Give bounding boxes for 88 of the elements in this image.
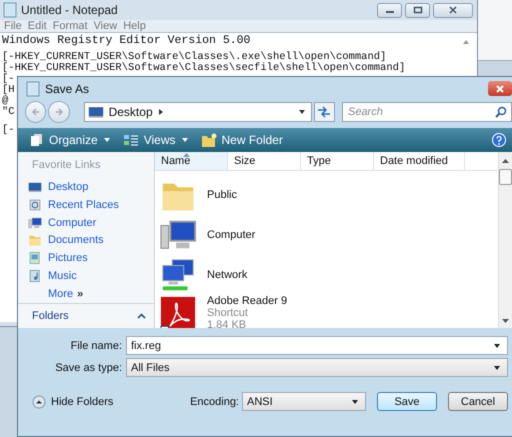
hide-folders-button[interactable]: Hide Folders <box>32 394 114 408</box>
column-header[interactable]: Name <box>155 152 228 170</box>
file-name-field[interactable]: fix.reg <box>126 336 508 355</box>
pictures-icon <box>28 251 42 266</box>
toolbar-menu[interactable]: Views <box>118 133 192 147</box>
minimize-button[interactable] <box>377 2 402 18</box>
folders-toggle[interactable]: Folders <box>18 310 154 328</box>
text-line: [-HKEY_CURRENT_USER\Software\Classes\.exe\shell\open\command] <box>2 51 386 63</box>
views-icon <box>122 133 139 147</box>
computer-item[interactable]: Computer <box>159 215 497 255</box>
folder-item[interactable]: Public <box>159 175 497 215</box>
address-text: Desktop <box>108 105 153 119</box>
scroll-thumb[interactable] <box>499 169 512 185</box>
address-bar[interactable]: Desktop <box>84 102 312 122</box>
scroll-down-icon <box>502 319 509 324</box>
toolbar-menu[interactable]: Organize <box>26 133 115 147</box>
dropdown-arrow-icon <box>298 109 306 115</box>
dialog-title: Save As <box>45 82 90 96</box>
window-title: Untitled - Notepad <box>21 3 118 17</box>
save-button[interactable]: Save <box>377 392 437 411</box>
save-type-dropdown[interactable]: All Files <box>126 358 508 377</box>
close-icon <box>495 84 505 92</box>
menu-item[interactable]: Help <box>122 20 151 32</box>
sort-arrow-icon <box>183 153 190 157</box>
text-line: [- <box>2 124 15 136</box>
dropdown-arrow-icon <box>493 364 501 370</box>
file-detail: Shortcut <box>207 307 249 319</box>
scroll-up-icon[interactable] <box>462 39 470 45</box>
dropdown-arrow-icon <box>493 342 501 348</box>
notepad-icon <box>26 80 40 96</box>
cancel-button[interactable]: Cancel <box>448 392 508 411</box>
close-icon <box>448 6 458 14</box>
pages-icon <box>30 133 44 147</box>
breadcrumb-arrow-icon <box>158 108 164 116</box>
refresh-arrows-icon <box>317 106 332 118</box>
field-label: Save as type: <box>54 362 123 374</box>
favorite-link[interactable]: Recent Places <box>18 196 154 214</box>
refresh-button[interactable] <box>314 102 335 122</box>
right-arrow-icon <box>54 107 64 117</box>
menu-item[interactable]: View <box>92 20 122 32</box>
file-name: Public <box>207 189 237 201</box>
help-icon[interactable] <box>492 133 506 147</box>
search-field[interactable]: Search <box>342 102 512 122</box>
folder-icon <box>28 233 42 248</box>
section-title: Favorite Links <box>31 159 102 173</box>
file-name: Computer <box>207 229 256 241</box>
favorite-link[interactable]: Documents <box>18 232 154 250</box>
file-name: Adobe Reader 9 <box>207 295 288 307</box>
field-label: File name: <box>70 340 123 352</box>
text-line: [H <box>2 84 15 96</box>
maximize-button[interactable] <box>405 2 430 18</box>
chevron-up-icon <box>137 313 146 320</box>
network-item[interactable]: Network <box>159 255 497 295</box>
menu-item[interactable]: File <box>3 20 27 32</box>
computer-icon <box>28 216 42 230</box>
chevron-up-circle-icon <box>32 394 46 408</box>
music-icon <box>28 269 42 284</box>
favorite-link[interactable]: Desktop <box>18 178 154 196</box>
scrollbar[interactable] <box>498 152 512 328</box>
favorite-link[interactable]: Music <box>18 267 154 286</box>
field-label: Encoding: <box>190 396 239 408</box>
text-line: [-HKEY_CURRENT_USER\Software\Classes\secfile\shell\open\command] <box>2 62 406 74</box>
close-button[interactable] <box>488 81 512 96</box>
recent-places-icon <box>28 198 42 212</box>
text-line: @ <box>2 95 8 107</box>
search-icon <box>494 106 507 118</box>
dropdown-arrow-icon <box>180 137 188 143</box>
favorite-link[interactable]: Computer <box>18 214 154 232</box>
close-button[interactable] <box>433 2 473 18</box>
monitor-icon <box>88 104 104 120</box>
file-detail: 1.84 KB <box>207 319 248 328</box>
more-link[interactable]: More » <box>18 285 154 304</box>
file-name: Network <box>207 269 248 281</box>
text-line: [- <box>2 73 15 85</box>
new-folder-icon <box>200 133 216 147</box>
encoding-dropdown[interactable]: ANSI <box>242 392 366 411</box>
maximize-icon <box>412 6 422 14</box>
menu-item[interactable]: Format <box>52 20 93 32</box>
text-line: "C <box>2 106 15 118</box>
favorite-link[interactable]: Pictures <box>18 249 154 268</box>
dropdown-arrow-icon <box>102 137 111 143</box>
toolbar-button[interactable]: New Folder <box>196 133 287 147</box>
menu-item[interactable]: Edit <box>26 20 52 32</box>
text-line: Windows Registry Editor Version 5.00 <box>2 34 250 47</box>
scroll-up-icon <box>502 158 509 163</box>
shortcut-item[interactable]: Adobe Reader 9 Shortcut 1.84 KB <box>159 295 497 328</box>
left-arrow-icon <box>30 107 41 117</box>
dropdown-arrow-icon <box>351 398 359 404</box>
